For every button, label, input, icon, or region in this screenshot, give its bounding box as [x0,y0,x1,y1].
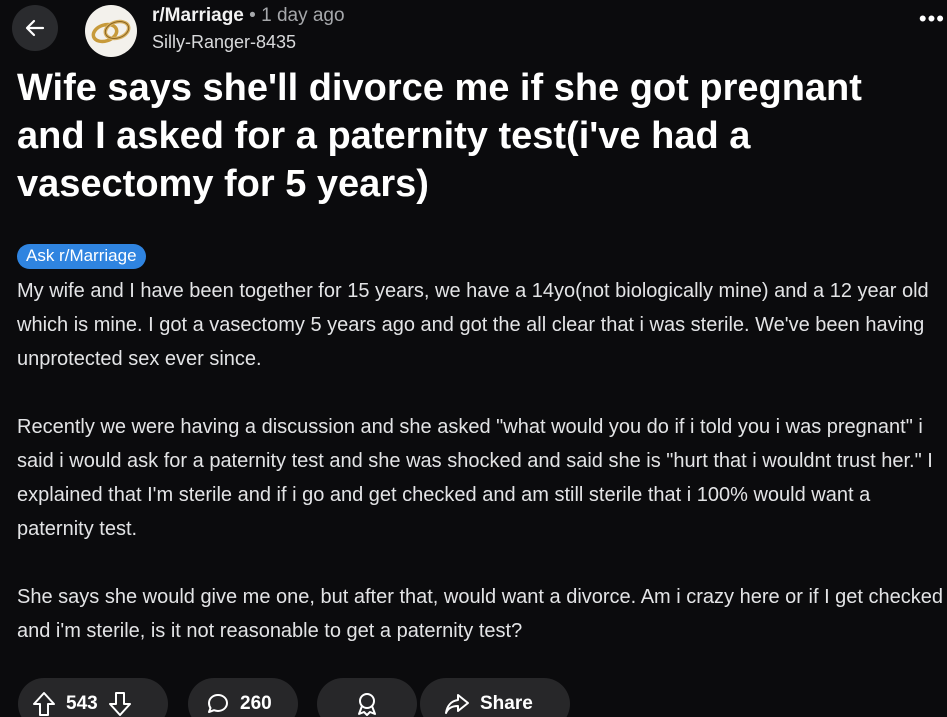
comments-button[interactable]: 260 [188,678,298,717]
share-icon [444,692,470,716]
body-paragraph: She says she would give me one, but afte… [17,586,944,642]
body-paragraph: Recently we were having a discussion and… [17,416,933,540]
comment-icon [206,692,230,716]
comment-count: 260 [240,693,272,714]
meta-separator: • [249,5,256,26]
post-flair[interactable]: Ask r/Marriage [17,244,146,269]
post-meta: r/Marriage • 1 day ago Silly-Ranger-8435 [152,4,345,54]
subreddit-avatar[interactable] [85,5,137,57]
post-time: 1 day ago [261,5,345,26]
post-page: r/Marriage • 1 day ago Silly-Ranger-8435… [0,0,947,717]
award-button[interactable] [317,678,417,717]
vote-control: 543 [18,678,168,717]
more-options-button[interactable]: ••• [919,8,945,30]
upvote-icon[interactable] [32,691,56,717]
body-paragraph: My wife and I have been together for 15 … [17,280,929,370]
back-arrow-icon [25,19,45,37]
downvote-icon[interactable] [108,691,132,717]
share-label: Share [480,693,533,714]
award-icon [354,691,380,717]
post-title: Wife says she'll divorce me if she got p… [17,67,862,205]
post-body: My wife and I have been together for 15 … [17,274,945,682]
share-button[interactable]: Share [420,678,570,717]
author-link[interactable]: Silly-Ranger-8435 [152,30,345,54]
wedding-rings-icon [91,19,131,44]
back-button[interactable] [12,5,58,51]
subreddit-link[interactable]: r/Marriage [152,5,244,26]
vote-count: 543 [66,693,98,714]
